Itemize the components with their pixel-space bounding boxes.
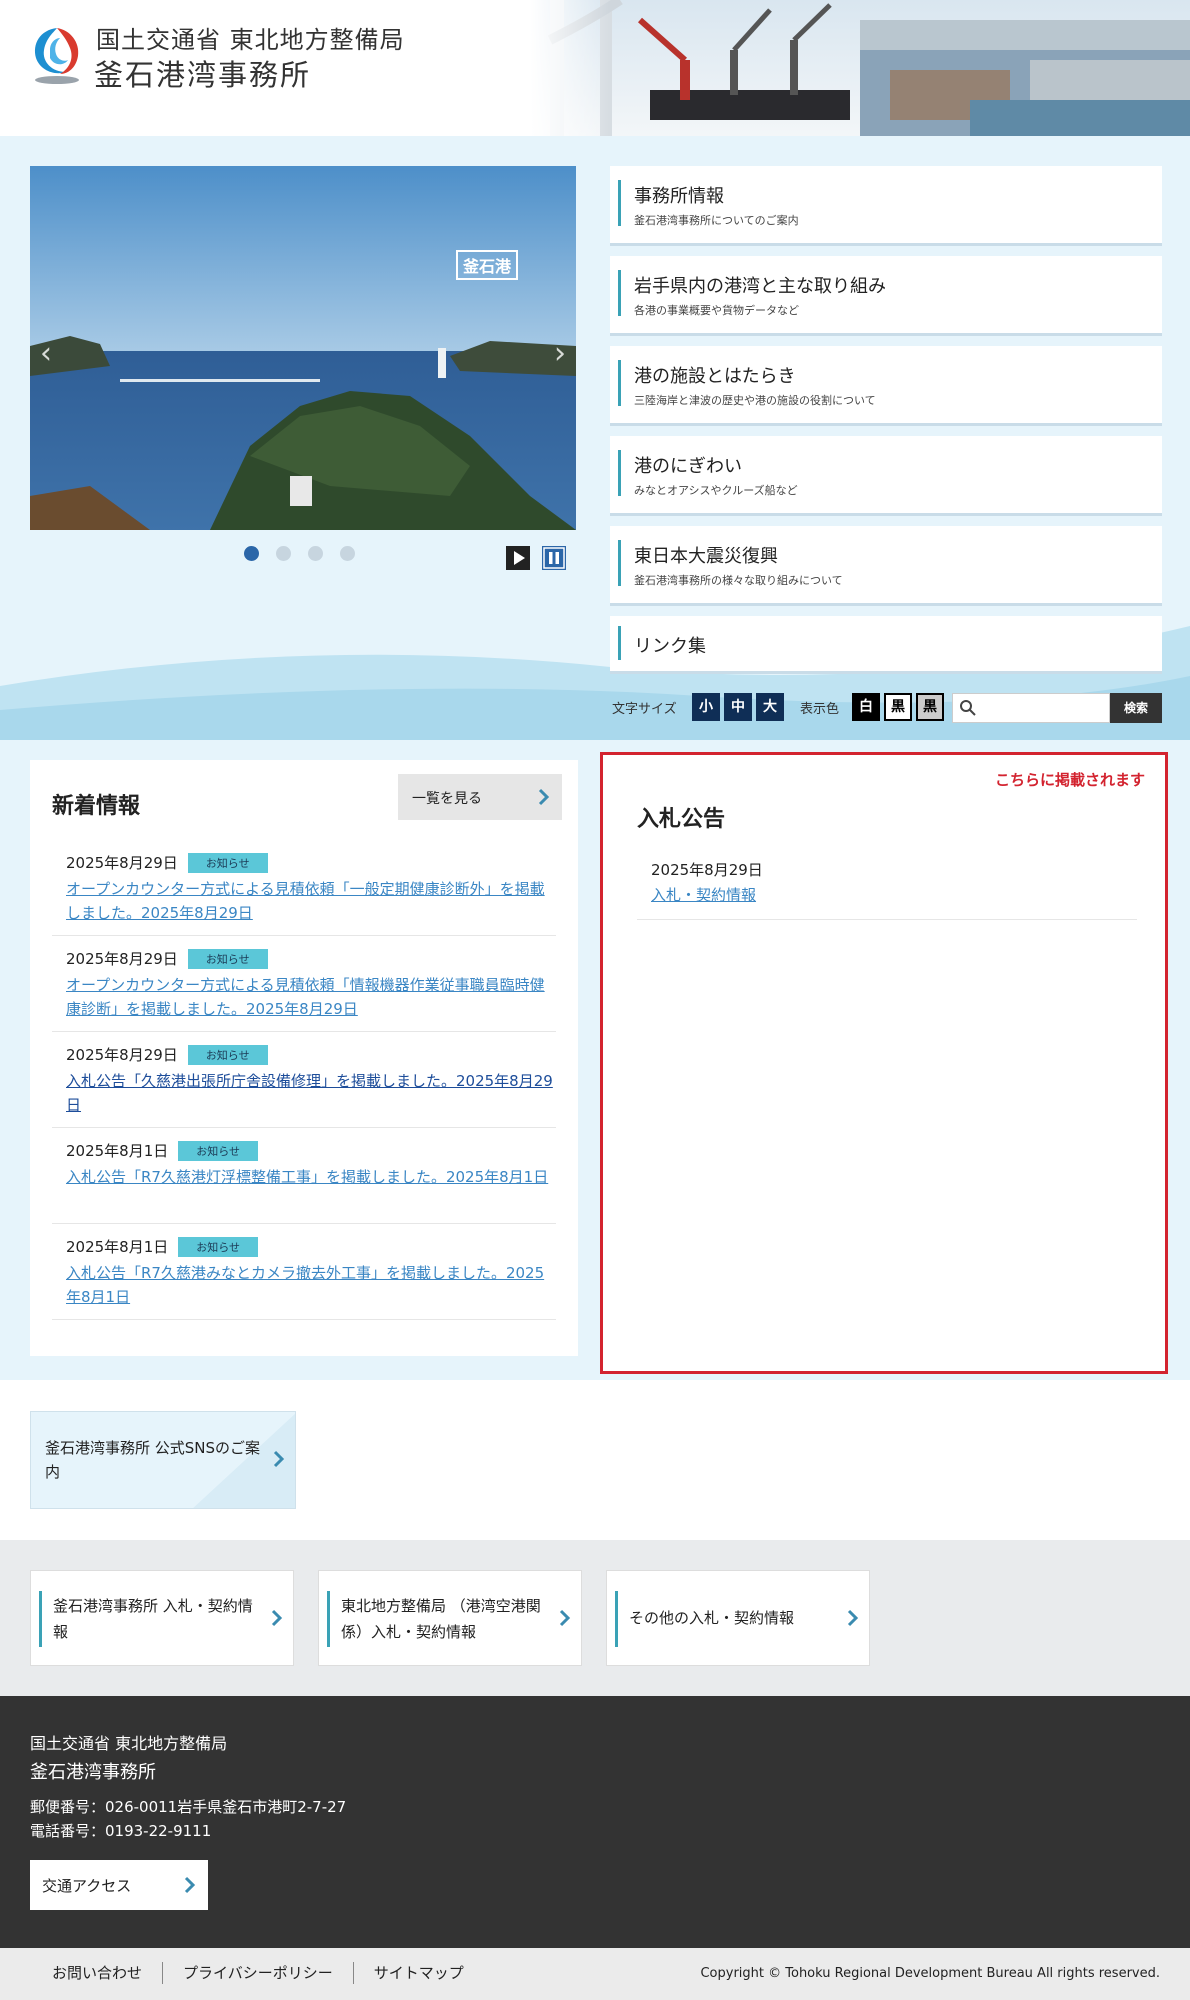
news-item: 2025年8月29日 お知らせ オープンカウンター方式による見積依頼「情報機器作業… bbox=[52, 936, 556, 1032]
menu-item-office-info[interactable]: 事務所情報 釜石港湾事務所についてのご案内 bbox=[610, 166, 1162, 246]
bid-date: 2025年8月29日 bbox=[651, 861, 763, 879]
slider-prev-button[interactable]: ‹ bbox=[40, 336, 52, 371]
news-tag: お知らせ bbox=[187, 852, 268, 873]
footer-link-privacy[interactable]: プライバシーポリシー bbox=[163, 1962, 354, 1984]
footer-office: 釜石港湾事務所 bbox=[30, 1762, 156, 1783]
slider-next-button[interactable]: › bbox=[554, 336, 566, 371]
search-input[interactable] bbox=[981, 696, 1106, 720]
org-top-title: 国土交通省 東北地方整備局 bbox=[96, 26, 405, 54]
slide-caption: 釜石港 bbox=[456, 250, 519, 280]
link-card-kamaishi-bid[interactable]: 釜石港湾事務所 入札・契約情報 bbox=[30, 1570, 294, 1666]
news-tag: お知らせ bbox=[178, 1236, 259, 1257]
font-large-button[interactable]: 大 bbox=[756, 693, 784, 721]
search-icon bbox=[960, 700, 976, 716]
news-date: 2025年8月1日 bbox=[66, 1142, 169, 1160]
footer-address: 郵便番号：026-0011岩手県釜石市港町2-7-27 bbox=[30, 1798, 347, 1816]
menu-item-iwate-ports[interactable]: 岩手県内の港湾と主な取り組み 各港の事業概要や貨物データなど bbox=[610, 256, 1162, 336]
access-button[interactable]: 交通アクセス bbox=[30, 1860, 208, 1910]
slider-dot-1[interactable] bbox=[244, 546, 259, 561]
slider-play-icon[interactable] bbox=[506, 546, 530, 570]
search-box bbox=[952, 693, 1110, 723]
footer-link-contact[interactable]: お問い合わせ bbox=[32, 1962, 164, 1984]
menu-item-port-facilities[interactable]: 港の施設とはたらき 三陸海岸と津波の歴史や港の施設の役割について bbox=[610, 346, 1162, 426]
news-item: 2025年8月29日 お知らせ 入札公告「久慈港出張所庁舎設備修理」を掲載しました… bbox=[52, 1032, 556, 1128]
chevron-right-icon bbox=[273, 1450, 285, 1468]
site-footer: 国土交通省 東北地方整備局 釜石港湾事務所 郵便番号：026-0011岩手県釜石… bbox=[0, 1696, 1190, 1948]
news-link[interactable]: 入札公告「R7久慈港みなとカメラ撤去外工事」を掲載しました。2025年8月1日 bbox=[66, 1261, 556, 1309]
chevron-right-icon bbox=[184, 1876, 196, 1894]
news-date: 2025年8月29日 bbox=[66, 854, 178, 872]
copyright: Copyright © Tohoku Regional Development … bbox=[700, 1966, 1160, 1981]
footer-link-sitemap[interactable]: サイトマップ bbox=[354, 1962, 484, 1984]
main-menu: 事務所情報 釜石港湾事務所についてのご案内 岩手県内の港湾と主な取り組み 各港の… bbox=[610, 166, 1162, 684]
news-tag: お知らせ bbox=[187, 948, 268, 969]
footer-org: 国土交通省 東北地方整備局 bbox=[30, 1734, 228, 1753]
bid-title: 入札公告 bbox=[637, 807, 726, 832]
footer-phone: 電話番号：0193-22-9111 bbox=[30, 1822, 212, 1840]
news-date: 2025年8月29日 bbox=[66, 1046, 178, 1064]
news-date: 2025年8月1日 bbox=[66, 1238, 169, 1256]
font-medium-button[interactable]: 中 bbox=[724, 693, 752, 721]
slider-dot-4[interactable] bbox=[340, 546, 355, 561]
slide-image bbox=[30, 166, 576, 530]
chevron-right-icon bbox=[847, 1609, 859, 1627]
news-link[interactable]: 入札公告「R7久慈港灯浮標整備工事」を掲載しました。2025年8月1日 bbox=[66, 1165, 556, 1189]
bid-note: こちらに掲載されます bbox=[994, 771, 1145, 789]
menu-item-port-bustle[interactable]: 港のにぎわい みなとオアシスやクルーズ船など bbox=[610, 436, 1162, 516]
news-date: 2025年8月29日 bbox=[66, 950, 178, 968]
chevron-right-icon bbox=[559, 1609, 571, 1627]
header-port-photo bbox=[530, 0, 1190, 136]
news-link[interactable]: オープンカウンター方式による見積依頼「一般定期健康診断外」を掲載しました。202… bbox=[66, 877, 556, 925]
news-tag: お知らせ bbox=[187, 1044, 268, 1065]
bid-panel-inner: こちらに掲載されます 入札公告 2025年8月29日 入札・契約情報 bbox=[613, 763, 1155, 1363]
accessibility-tools: 文字サイズ 小 中 大 表示色 白 黒 黒 検索 bbox=[612, 690, 1164, 724]
link-card-tohoku-bid[interactable]: 東北地方整備局 （港湾空港関係）入札・契約情報 bbox=[318, 1570, 582, 1666]
news-item: 2025年8月1日 お知らせ 入札公告「R7久慈港灯浮標整備工事」を掲載しました。… bbox=[52, 1128, 556, 1224]
news-item: 2025年8月1日 お知らせ 入札公告「R7久慈港みなとカメラ撤去外工事」を掲載し… bbox=[52, 1224, 556, 1320]
slider-dot-3[interactable] bbox=[308, 546, 323, 561]
mlit-logo-icon[interactable] bbox=[30, 24, 84, 86]
news-link[interactable]: オープンカウンター方式による見積依頼「情報機器作業従事職員臨時健康診断」を掲載し… bbox=[66, 973, 556, 1021]
font-small-button[interactable]: 小 bbox=[692, 693, 720, 721]
bid-panel: こちらに掲載されます 入札公告 2025年8月29日 入札・契約情報 bbox=[600, 752, 1168, 1374]
slider-pause-icon[interactable] bbox=[542, 546, 566, 570]
news-link[interactable]: 入札公告「久慈港出張所庁舎設備修理」を掲載しました。2025年8月29日 bbox=[66, 1069, 556, 1117]
news-list: 2025年8月29日 お知らせ オープンカウンター方式による見積依頼「一般定期健康… bbox=[52, 840, 556, 1320]
news-panel: 新着情報 一覧を見る 2025年8月29日 お知らせ オープンカウンター方式による… bbox=[30, 760, 578, 1356]
sns-card[interactable]: 釜石港湾事務所 公式SNSのご案内 bbox=[30, 1411, 296, 1509]
bid-item: 2025年8月29日 入札・契約情報 bbox=[637, 847, 1137, 920]
font-size-label: 文字サイズ bbox=[612, 702, 677, 717]
color-label: 表示色 bbox=[800, 702, 840, 717]
news-title: 新着情報 bbox=[52, 794, 141, 819]
slider-dots bbox=[244, 546, 355, 561]
hero-section: 釜石港 ‹ › 事務所情報 釜石港湾事務所についてのご案内 岩手県内の港湾と主な… bbox=[0, 136, 1190, 740]
menu-item-earthquake-recovery[interactable]: 東日本大震災復興 釜石港湾事務所の様々な取り組みについて bbox=[610, 526, 1162, 606]
footer-links: お問い合わせ プライバシーポリシー サイトマップ bbox=[32, 1962, 484, 1984]
chevron-right-icon bbox=[538, 788, 550, 806]
site-header: 国土交通省 東北地方整備局 釜石港湾事務所 bbox=[0, 0, 1190, 136]
news-section: 新着情報 一覧を見る 2025年8月29日 お知らせ オープンカウンター方式による… bbox=[0, 740, 1190, 1380]
site-title[interactable]: 釜石港湾事務所 bbox=[94, 52, 311, 94]
search-button[interactable]: 検索 bbox=[1110, 693, 1162, 723]
chevron-right-icon bbox=[271, 1609, 283, 1627]
color-white-button[interactable]: 白 bbox=[852, 693, 880, 721]
bid-links-band: 釜石港湾事務所 入札・契約情報 東北地方整備局 （港湾空港関係）入札・契約情報 … bbox=[0, 1540, 1190, 1696]
image-slider: 釜石港 ‹ › bbox=[30, 166, 576, 530]
color-black-button[interactable]: 黒 bbox=[884, 693, 912, 721]
bid-link[interactable]: 入札・契約情報 bbox=[651, 884, 1137, 905]
news-tag: お知らせ bbox=[178, 1140, 259, 1161]
menu-item-links[interactable]: リンク集 bbox=[610, 616, 1162, 674]
color-gray-button[interactable]: 黒 bbox=[916, 693, 944, 721]
news-item: 2025年8月29日 お知らせ オープンカウンター方式による見積依頼「一般定期健康… bbox=[52, 840, 556, 936]
view-all-button[interactable]: 一覧を見る bbox=[398, 774, 562, 820]
link-card-other-bid[interactable]: その他の入札・契約情報 bbox=[606, 1570, 870, 1666]
slider-dot-2[interactable] bbox=[276, 546, 291, 561]
bottom-bar: お問い合わせ プライバシーポリシー サイトマップ Copyright © Toh… bbox=[0, 1948, 1190, 2000]
